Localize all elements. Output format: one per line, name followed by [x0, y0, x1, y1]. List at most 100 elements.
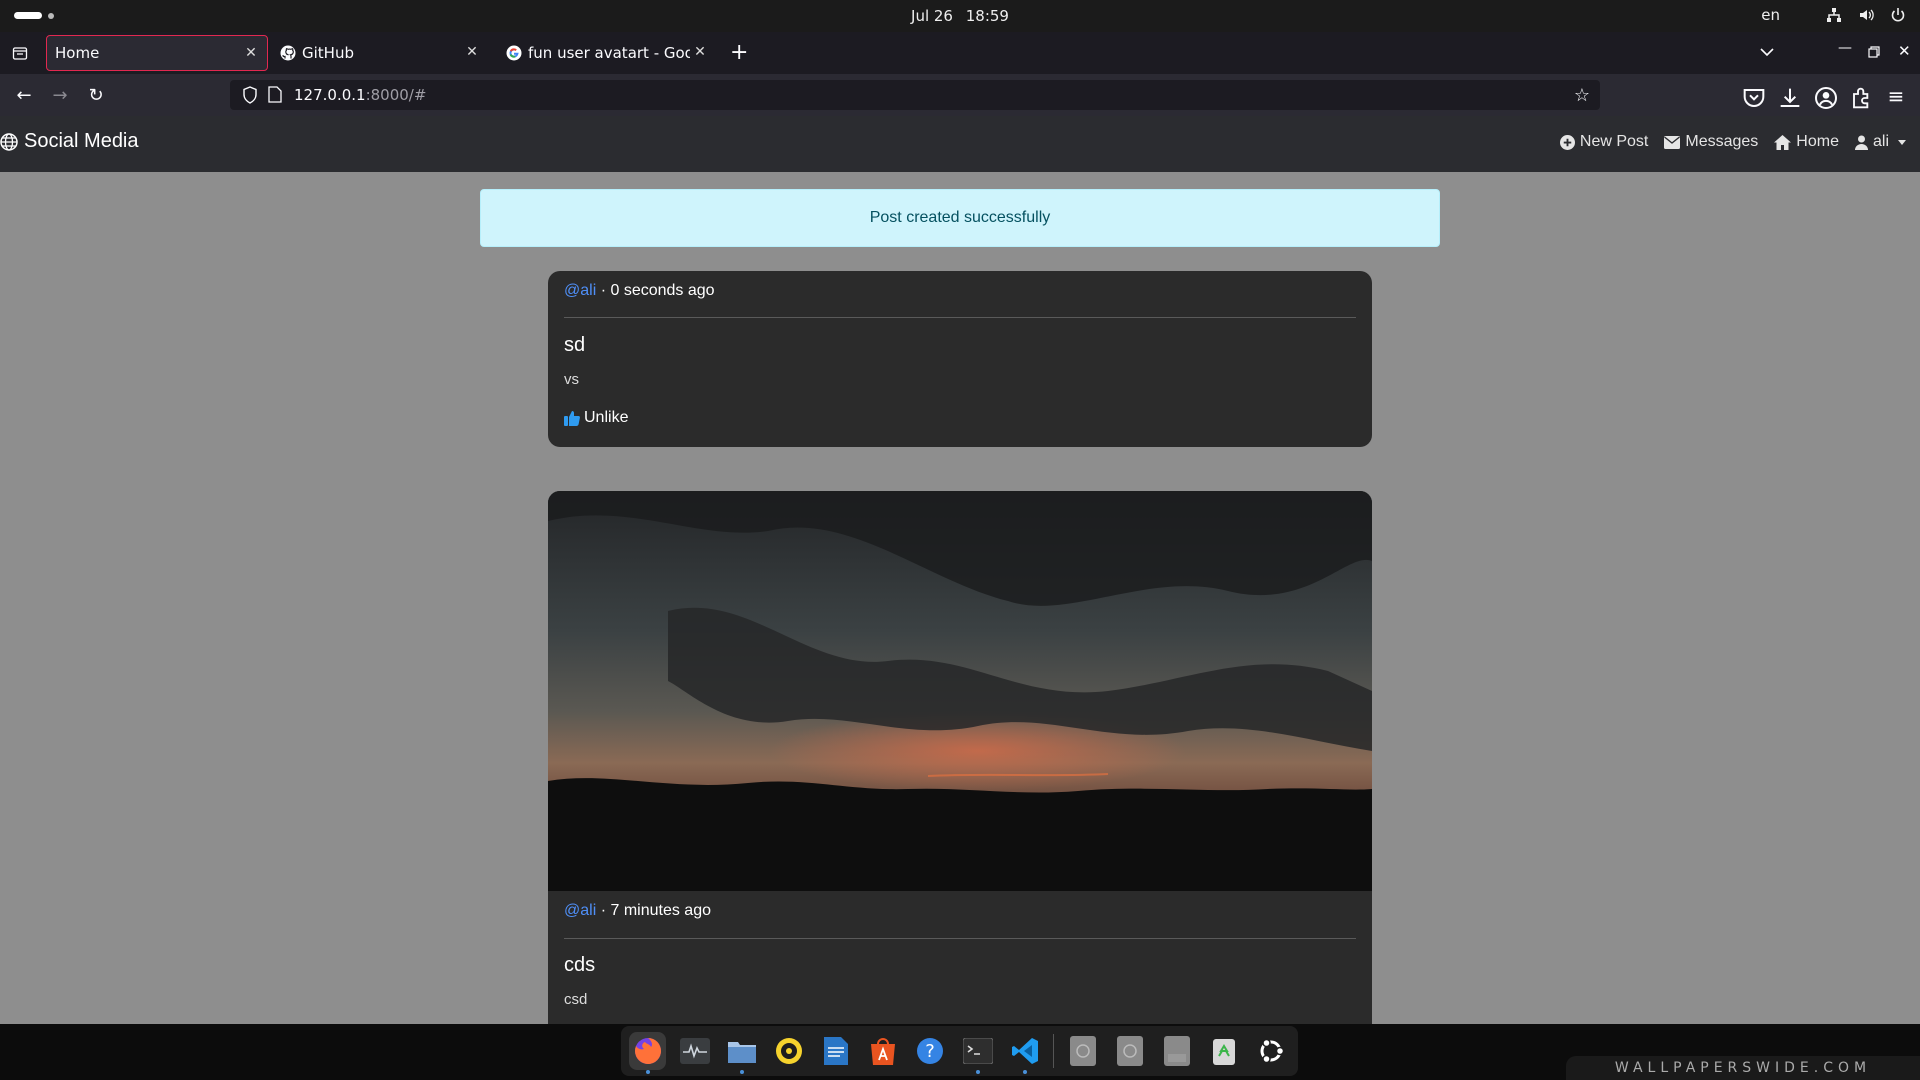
post-card: @ali · 7 minutes ago cds csd — [548, 491, 1372, 1051]
account-icon[interactable] — [1814, 86, 1838, 110]
unlike-label: Unlike — [584, 409, 629, 426]
dock-drive-1[interactable] — [1064, 1032, 1101, 1070]
back-arrow-icon[interactable]: ← — [12, 84, 36, 108]
tab-github[interactable]: GitHub ✕ — [272, 35, 488, 71]
new-tab-plus-icon[interactable]: + — [730, 40, 748, 65]
clock-date: Jul 26 — [911, 7, 953, 25]
dock-rhythmbox[interactable] — [770, 1032, 807, 1070]
system-tray[interactable]: en — [1761, 6, 1906, 24]
dock: ? — [621, 1026, 1298, 1076]
dock-separator — [1053, 1034, 1055, 1068]
nav-new-post[interactable]: New Post — [1559, 133, 1648, 151]
site-brand[interactable]: Social Media — [0, 130, 139, 153]
address-bar[interactable]: 127.0.0.1:8000/# ☆ — [230, 80, 1600, 110]
rhythmbox-icon — [775, 1038, 802, 1064]
post-title: sd — [564, 334, 586, 356]
tracking-protection-shield-icon[interactable] — [242, 86, 258, 104]
dock-show-apps[interactable] — [1253, 1032, 1290, 1070]
tab-label: GitHub — [302, 44, 354, 62]
nav-messages-label: Messages — [1685, 133, 1759, 150]
window-restore-icon[interactable] — [1868, 46, 1880, 58]
bookmark-star-icon[interactable]: ☆ — [1574, 85, 1590, 106]
tab-label: fun user avatart - Google — [528, 44, 690, 62]
post-body: csd — [564, 991, 588, 1008]
post-author-link[interactable]: @ali — [564, 902, 596, 919]
volume-icon — [1860, 9, 1874, 21]
post-card: @ali · 0 seconds ago sd vs Unlike — [548, 271, 1372, 447]
dock-vscode[interactable] — [1006, 1032, 1043, 1074]
extensions-icon[interactable] — [1850, 86, 1874, 110]
url-path: :8000/# — [365, 86, 427, 104]
dock-terminal[interactable] — [959, 1032, 996, 1074]
wallpaper-watermark: WALLPAPERSWIDE.COM — [1566, 1056, 1920, 1080]
post-title: cds — [564, 954, 596, 976]
post-meta: @ali · 0 seconds ago — [564, 282, 715, 300]
ubuntu-apps-icon — [1260, 1038, 1285, 1064]
home-icon — [1774, 134, 1792, 150]
dock-trash[interactable] — [1206, 1032, 1243, 1070]
post-divider — [564, 317, 1356, 318]
post-time: 7 minutes ago — [610, 902, 711, 919]
forward-arrow-icon[interactable]: → — [48, 84, 72, 108]
nav-messages[interactable]: Messages — [1664, 133, 1758, 151]
brand-label: Social Media — [24, 130, 139, 152]
dock-writer[interactable] — [818, 1032, 855, 1070]
drive-icon — [1116, 1036, 1143, 1066]
post-time: 0 seconds ago — [610, 282, 715, 299]
running-indicator — [975, 1070, 980, 1074]
nav-home-label: Home — [1796, 133, 1839, 150]
post-meta: @ali · 7 minutes ago — [564, 902, 711, 920]
thumbs-up-icon — [564, 411, 580, 426]
user-icon — [1854, 135, 1868, 150]
app-center-icon — [871, 1038, 896, 1065]
dock-files[interactable] — [723, 1032, 760, 1074]
clock[interactable]: Jul 26 18:59 — [0, 7, 1920, 25]
list-all-tabs-chevron-icon[interactable] — [1760, 47, 1774, 57]
dock-system-monitor[interactable] — [676, 1032, 713, 1070]
dock-ssd-drive[interactable] — [1159, 1032, 1196, 1070]
tab-close-icon[interactable]: ✕ — [692, 44, 708, 60]
tab-close-icon[interactable]: ✕ — [464, 44, 480, 60]
unlike-button[interactable]: Unlike — [564, 409, 628, 427]
nav-user-label: ali — [1872, 133, 1889, 150]
system-monitor-icon — [679, 1038, 710, 1064]
svg-text:?: ? — [926, 1041, 936, 1062]
ssd-drive-icon — [1164, 1036, 1191, 1066]
post-body: vs — [564, 371, 579, 388]
drive-icon — [1069, 1036, 1096, 1066]
reload-icon[interactable]: ↻ — [84, 84, 108, 108]
clock-time: 18:59 — [965, 7, 1009, 25]
tab-close-icon[interactable]: ✕ — [243, 45, 259, 61]
libreoffice-writer-icon — [824, 1037, 849, 1065]
tab-google-search[interactable]: fun user avatart - Google ✕ — [498, 35, 716, 71]
tab-label: Home — [55, 44, 100, 62]
window-minimize-icon[interactable]: — — [1838, 40, 1852, 56]
plus-circle-icon — [1559, 134, 1575, 150]
dock-help[interactable]: ? — [912, 1032, 949, 1070]
running-indicator — [1023, 1070, 1028, 1074]
post-author-link[interactable]: @ali — [564, 282, 596, 299]
help-icon: ? — [917, 1038, 944, 1064]
dock-app-center[interactable] — [865, 1032, 902, 1070]
browser-nav-toolbar: ← → ↻ 127.0.0.1:8000/# ☆ ≡ — [0, 74, 1920, 116]
meta-separator: · — [600, 902, 607, 919]
dock-firefox[interactable] — [629, 1032, 667, 1074]
pocket-icon[interactable] — [1742, 86, 1766, 110]
page-info-icon[interactable] — [268, 86, 282, 103]
language-indicator[interactable]: en — [1761, 6, 1780, 24]
nav-user-dropdown[interactable]: ali — [1854, 133, 1906, 151]
terminal-icon — [962, 1038, 993, 1064]
site-navbar: Social Media New Post Messages Home ali — [0, 116, 1920, 172]
nav-home[interactable]: Home — [1774, 133, 1839, 151]
url-host: 127.0.0.1 — [294, 86, 366, 104]
firefox-view-icon[interactable] — [12, 45, 28, 61]
power-icon — [1891, 8, 1905, 22]
post-divider — [564, 938, 1356, 939]
tab-home[interactable]: Home ✕ — [46, 35, 268, 71]
hamburger-menu-icon[interactable]: ≡ — [1884, 84, 1908, 108]
browser-tab-strip: Home ✕ GitHub ✕ fun user avatart - Googl… — [0, 32, 1920, 74]
window-close-icon[interactable]: ✕ — [1898, 42, 1911, 60]
vscode-icon — [1011, 1038, 1038, 1064]
dock-drive-2[interactable] — [1111, 1032, 1148, 1070]
downloads-icon[interactable] — [1778, 86, 1802, 110]
